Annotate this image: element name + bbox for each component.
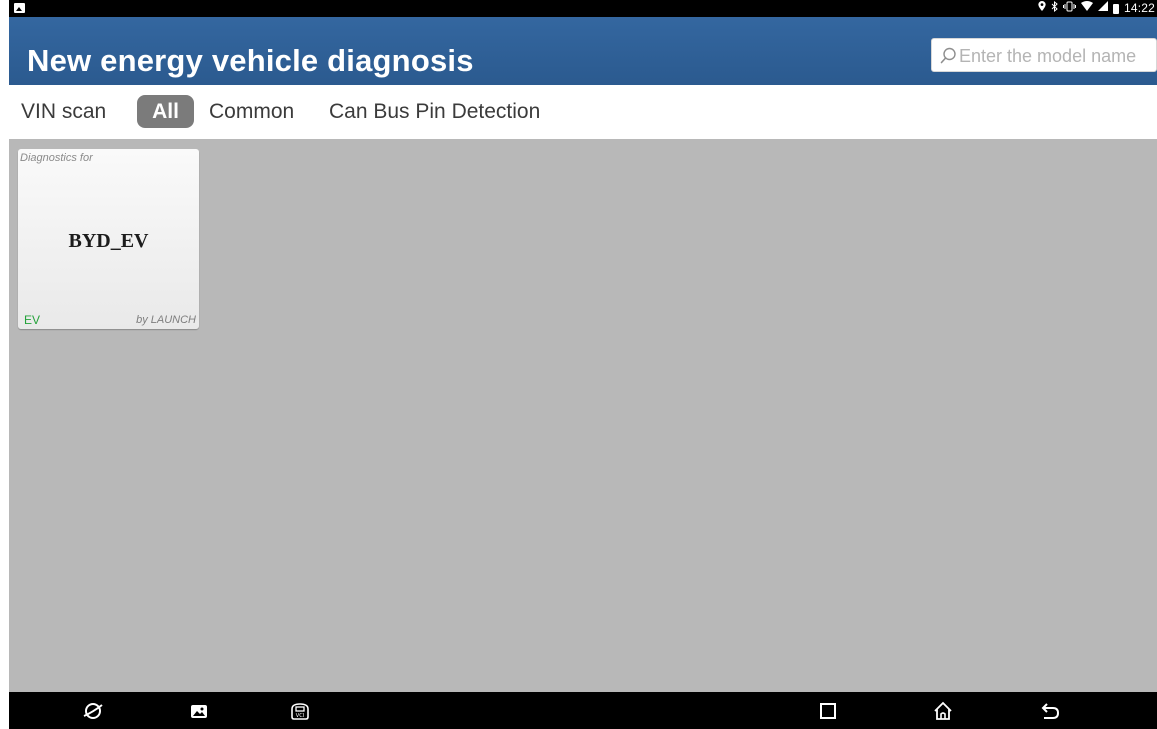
vibrate-icon — [1062, 1, 1076, 17]
gallery-icon[interactable] — [187, 699, 211, 723]
card-badge: EV — [24, 313, 41, 327]
search-box[interactable] — [931, 38, 1157, 72]
vci-icon[interactable]: VCI — [288, 699, 312, 723]
tab-can-bus-pin-detection[interactable]: Can Bus Pin Detection — [329, 95, 540, 128]
card-title: BYD_EV — [68, 230, 149, 252]
back-icon[interactable] — [1038, 699, 1062, 723]
browser-icon[interactable] — [81, 699, 105, 723]
home-icon[interactable] — [931, 699, 955, 723]
navigation-bar: VCI — [9, 692, 1157, 729]
category-tabs: VIN scan All Common Can Bus Pin Detectio… — [9, 85, 1157, 139]
vehicle-card[interactable]: Diagnostics for BYD_EV EV by LAUNCH — [18, 149, 199, 329]
search-input[interactable] — [959, 44, 1154, 68]
vehicle-grid: Diagnostics for BYD_EV EV by LAUNCH — [9, 139, 1157, 692]
location-icon — [1038, 1, 1046, 16]
page-title: New energy vehicle diagnosis — [27, 43, 474, 78]
status-time: 14:22 — [1123, 1, 1155, 15]
app-header: New energy vehicle diagnosis — [9, 17, 1157, 85]
bluetooth-icon — [1051, 0, 1058, 17]
card-vendor: by LAUNCH — [136, 314, 196, 326]
status-icons: 14:22 — [1038, 0, 1155, 17]
tab-common[interactable]: Common — [209, 95, 294, 128]
tab-all[interactable]: All — [137, 95, 194, 128]
card-prefix: Diagnostics for — [20, 152, 93, 164]
status-bar: 14:22 — [9, 0, 1157, 17]
battery-icon — [1112, 3, 1119, 14]
signal-icon — [1097, 0, 1108, 17]
image-icon — [14, 3, 25, 13]
recents-icon[interactable] — [816, 699, 840, 723]
search-icon — [940, 47, 956, 64]
wifi-icon — [1080, 0, 1093, 17]
app-window: 14:22 New energy vehicle diagnosis VIN s… — [9, 0, 1157, 729]
tab-vin-scan[interactable]: VIN scan — [21, 95, 106, 128]
svg-text:VCI: VCI — [296, 713, 304, 719]
